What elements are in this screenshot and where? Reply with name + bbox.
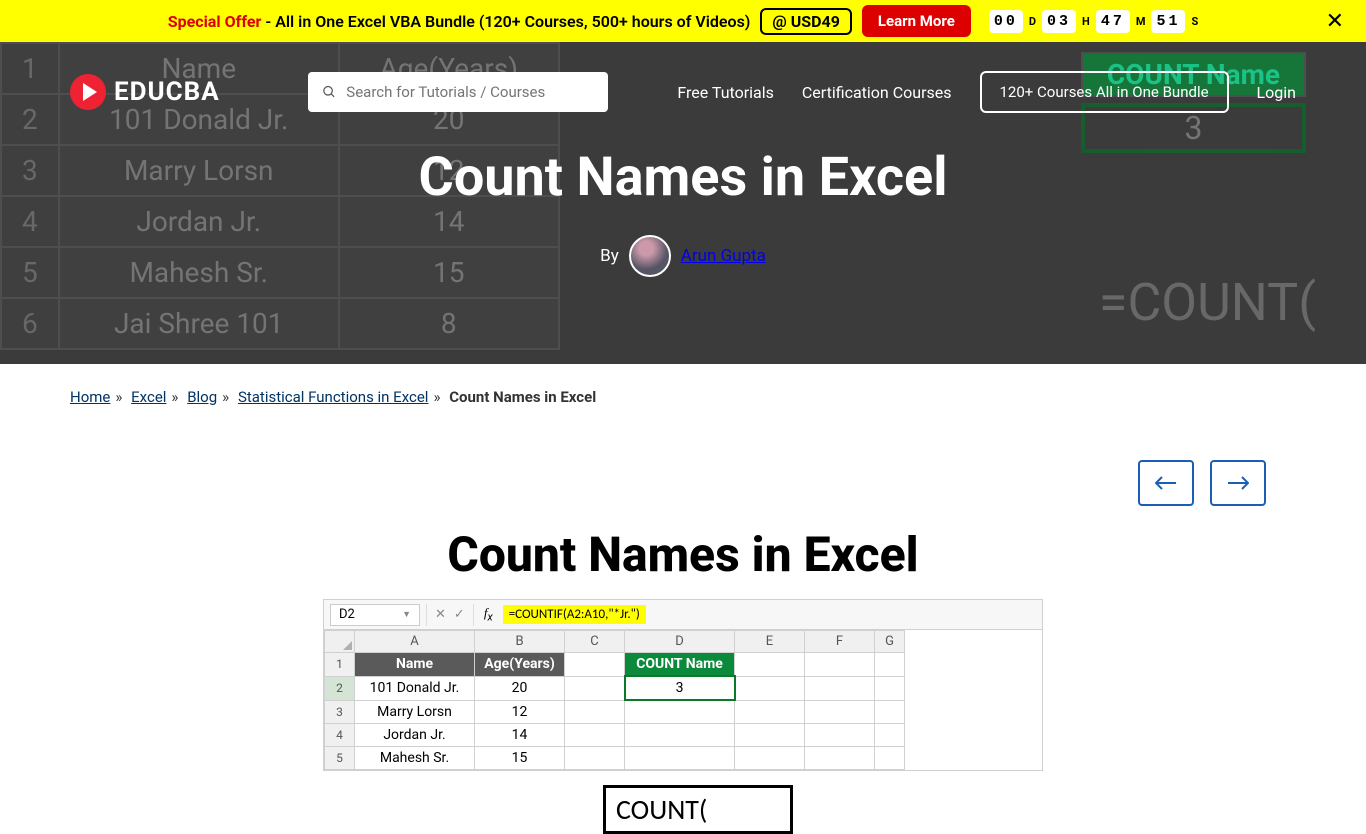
excel-grid-table: A B C D E F G 1 Name Age(Years) COUNT Na… <box>324 630 905 770</box>
promo-text: - All in One Excel VBA Bundle (120+ Cour… <box>261 12 750 31</box>
check-icon: ✓ <box>454 607 465 622</box>
countdown-seconds: 51 <box>1151 10 1185 33</box>
search-input[interactable] <box>346 83 593 101</box>
chevron-down-icon: ▼ <box>402 609 411 620</box>
countdown: 00D 03H 47M 51S <box>989 10 1198 33</box>
table-row: 5 Mahesh Sr. 15 <box>325 746 905 769</box>
promo-bar: Special Offer - All in One Excel VBA Bun… <box>0 0 1366 42</box>
table-row: 1 Name Age(Years) COUNT Name <box>325 653 905 677</box>
table-row: 4 Jordan Jr. 14 <box>325 723 905 746</box>
nav-login[interactable]: Login <box>1257 83 1296 102</box>
breadcrumb-current: Count Names in Excel <box>449 388 596 406</box>
learn-more-button[interactable]: Learn More <box>862 5 971 37</box>
count-callout: COUNT( <box>603 785 793 834</box>
selected-cell: 3 <box>625 676 735 700</box>
cancel-icon: ✕ <box>435 607 446 622</box>
nav-certification-courses[interactable]: Certification Courses <box>802 83 952 102</box>
pager <box>0 430 1366 506</box>
hero-section: 1NameAge(Years) 2101 Donald Jr.20 3Marry… <box>0 42 1366 364</box>
article-title: Count Names in Excel <box>323 526 1043 583</box>
breadcrumb: Home» Excel» Blog» Statistical Functions… <box>0 364 1366 430</box>
search-box[interactable] <box>308 72 608 112</box>
fx-icon: fx <box>474 605 503 624</box>
excel-fx-buttons: ✕ ✓ <box>426 604 474 626</box>
author-line: By Arun Gupta <box>0 235 1366 277</box>
page-title: Count Names in Excel <box>0 146 1366 209</box>
excel-screenshot: D2 ▼ ✕ ✓ fx =COUNTIF(A2:A10,"*Jr.") A B … <box>323 599 1043 771</box>
prev-button[interactable] <box>1138 460 1194 506</box>
arrow-right-icon <box>1227 476 1249 490</box>
next-button[interactable] <box>1210 460 1266 506</box>
excel-namebox: D2 ▼ <box>330 604 420 626</box>
breadcrumb-blog[interactable]: Blog <box>187 388 217 406</box>
brand-text: EDUCBA <box>114 77 220 107</box>
search-icon <box>322 84 337 100</box>
close-icon[interactable]: ✕ <box>1326 9 1344 34</box>
play-icon <box>70 74 106 110</box>
author-avatar <box>629 235 671 277</box>
arrow-left-icon <box>1155 476 1177 490</box>
excel-formula-bar: D2 ▼ ✕ ✓ fx =COUNTIF(A2:A10,"*Jr.") <box>324 600 1042 630</box>
table-row: 3 Marry Lorsn 12 <box>325 700 905 723</box>
breadcrumb-excel[interactable]: Excel <box>131 388 166 406</box>
promo-price-badge: @ USD49 <box>760 8 851 35</box>
logo[interactable]: EDUCBA <box>70 74 220 110</box>
countdown-minutes: 47 <box>1096 10 1130 33</box>
nav-bundle-button[interactable]: 120+ Courses All in One Bundle <box>980 71 1229 113</box>
countdown-days: 00 <box>989 10 1023 33</box>
breadcrumb-stats[interactable]: Statistical Functions in Excel <box>238 388 429 406</box>
table-row: 2 101 Donald Jr. 20 3 <box>325 676 905 700</box>
countdown-hours: 03 <box>1042 10 1076 33</box>
nav-free-tutorials[interactable]: Free Tutorials <box>677 83 774 102</box>
breadcrumb-home[interactable]: Home <box>70 388 110 406</box>
excel-formula-value: =COUNTIF(A2:A10,"*Jr.") <box>503 605 646 624</box>
select-all-corner <box>325 631 355 653</box>
author-link[interactable]: Arun Gupta <box>681 246 766 266</box>
article: Count Names in Excel D2 ▼ ✕ ✓ fx =COUNTI… <box>323 526 1043 834</box>
promo-special-label: Special Offer <box>168 12 262 31</box>
main-nav: EDUCBA Free Tutorials Certification Cour… <box>0 42 1366 142</box>
